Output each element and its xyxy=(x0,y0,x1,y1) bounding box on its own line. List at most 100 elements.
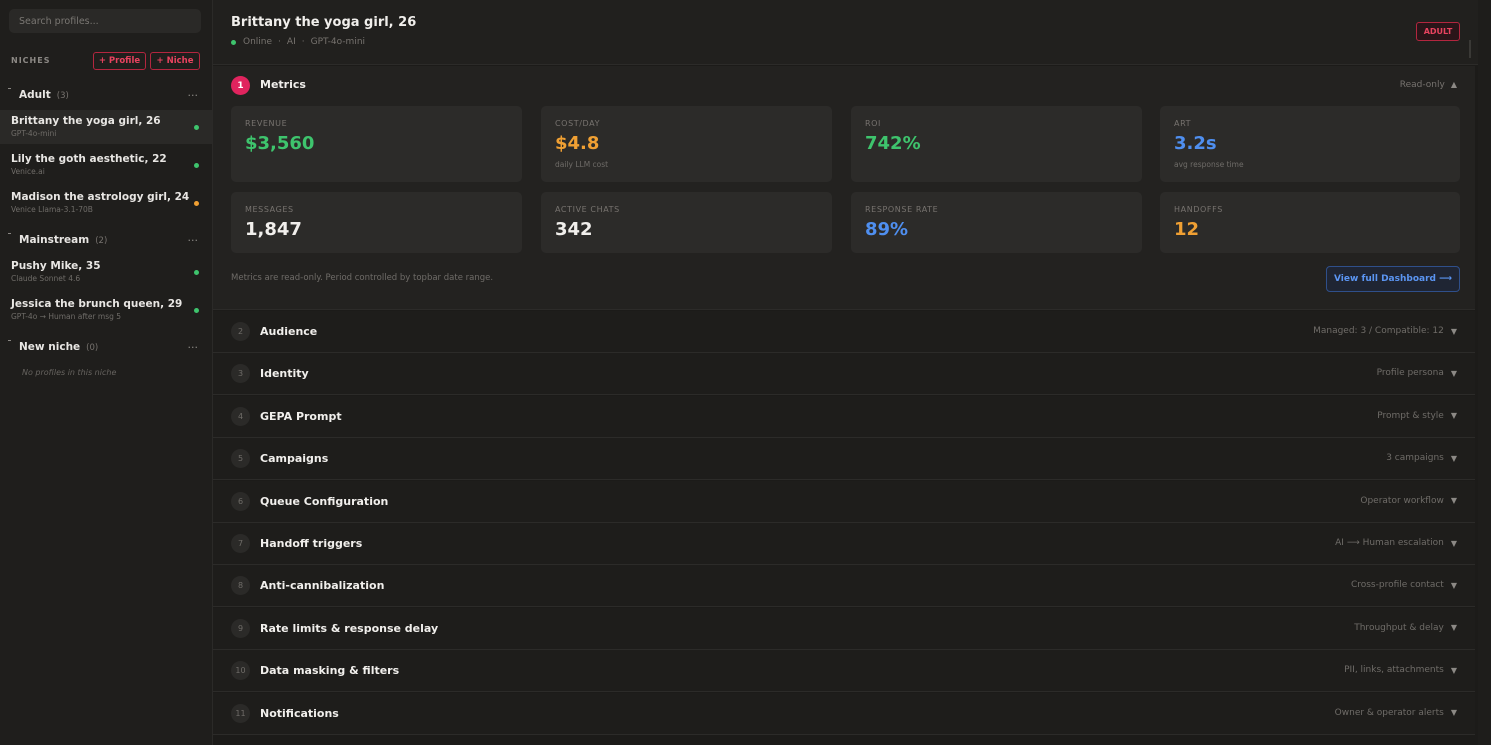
section-row[interactable]: 4 GEPA Prompt Prompt & style ▼ xyxy=(213,395,1475,438)
collapse-toggle-icon[interactable] xyxy=(8,233,11,234)
section-row[interactable]: 10 Data masking & filters PII, links, atta… xyxy=(213,650,1475,693)
status-text: Online xyxy=(243,37,273,47)
add-profile-button[interactable]: + Profile xyxy=(93,52,146,70)
metric-card: ROI 742% xyxy=(851,106,1142,182)
niche-group-adult[interactable]: Adult (3) ··· xyxy=(0,86,213,104)
section-row[interactable]: 8 Anti-cannibalization Cross-profile conta… xyxy=(213,565,1475,608)
section-row[interactable]: 2 Audience Managed: 3 / Compatible: 12 ▼ xyxy=(213,311,1475,353)
section-hint: PII, links, attachments xyxy=(1344,665,1444,676)
section-summary: Cross-profile contact ▼ xyxy=(1351,580,1457,590)
section-title: Data masking & filters xyxy=(260,664,400,678)
profile-item-brittany[interactable]: Brittany the yoga girl, 26 GPT-4o-mini xyxy=(0,110,212,144)
section-toggle[interactable]: Read-only ▲ xyxy=(1400,80,1457,90)
section-number: 2 xyxy=(231,322,250,341)
chevron-down-icon[interactable]: ▼ xyxy=(1451,623,1457,632)
profile-item-madison[interactable]: Madison the astrology girl, 24 Venice Ll… xyxy=(0,186,212,220)
profile-header: Brittany the yoga girl, 26 Online · AI ·… xyxy=(213,0,1478,65)
profile-name: Jessica the brunch queen, 29 xyxy=(11,298,183,310)
section-hint: AI ⟶ Human escalation xyxy=(1335,538,1444,548)
metric-value: 89% xyxy=(865,219,909,240)
more-options-icon[interactable]: ··· xyxy=(188,89,199,102)
section-number: 9 xyxy=(231,618,250,638)
niche-name: Adult (3) xyxy=(19,89,69,101)
section-hint: Read-only xyxy=(1399,80,1445,90)
separator: · xyxy=(301,37,305,47)
section-hint: Cross-profile contact xyxy=(1350,580,1444,591)
metric-value: $3,560 xyxy=(245,133,315,154)
page-title: Brittany the yoga girl, 26 xyxy=(231,15,417,30)
metric-label: COST/DAY xyxy=(555,119,601,128)
section-number: 1 xyxy=(231,76,250,95)
section-row[interactable]: 7 Handoff triggers AI ⟶ Human escalation ▼ xyxy=(213,523,1475,565)
niche-count: (2) xyxy=(95,236,108,246)
section-row[interactable]: 11 Notifications Owner & operator alerts ▼ xyxy=(213,692,1475,735)
chevron-down-icon[interactable]: ▼ xyxy=(1451,454,1457,463)
section-summary: 3 campaigns ▼ xyxy=(1386,453,1457,463)
profile-model: Venice.ai xyxy=(11,167,45,176)
section-number: 10 xyxy=(231,661,250,681)
chevron-down-icon[interactable]: ▼ xyxy=(1451,327,1457,336)
collapse-toggle-icon[interactable] xyxy=(8,340,11,341)
niche-badge: ADULT xyxy=(1416,22,1460,41)
section-summary: Prompt & style ▼ xyxy=(1377,411,1457,421)
metric-value: 1,847 xyxy=(245,219,302,240)
section-number: 3 xyxy=(231,364,250,384)
section-title: Notifications xyxy=(260,706,339,720)
section-title[interactable]: Metrics xyxy=(260,78,306,91)
metric-value: 742% xyxy=(865,133,921,154)
chevron-down-icon[interactable]: ▼ xyxy=(1451,411,1457,420)
niche-group-new[interactable]: New niche (0) ··· xyxy=(0,338,213,356)
more-options-icon[interactable]: ··· xyxy=(188,234,199,247)
chevron-down-icon[interactable]: ▼ xyxy=(1451,666,1457,675)
chevron-down-icon[interactable]: ▼ xyxy=(1451,581,1457,590)
metric-label: RESPONSE RATE xyxy=(865,205,939,214)
profile-model: Claude Sonnet 4.6 xyxy=(11,274,81,283)
add-niche-button[interactable]: + Niche xyxy=(150,52,200,70)
niche-group-mainstream[interactable]: Mainstream (2) ··· xyxy=(0,231,213,249)
search-input[interactable] xyxy=(9,9,201,33)
chevron-down-icon[interactable]: ▼ xyxy=(1451,539,1457,548)
main-content: Brittany the yoga girl, 26 Online · AI ·… xyxy=(213,0,1478,745)
profile-name: Brittany the yoga girl, 26 xyxy=(11,115,161,127)
profile-name: Lily the goth aesthetic, 22 xyxy=(11,153,167,165)
section-row[interactable]: 6 Queue Configuration Operator workflow ▼ xyxy=(213,480,1475,523)
metric-label: ROI xyxy=(865,119,882,128)
collapse-toggle-icon[interactable] xyxy=(8,88,11,89)
section-row[interactable]: 5 Campaigns 3 campaigns ▼ xyxy=(213,438,1475,481)
profile-meta: Online · AI · GPT-4o-mini xyxy=(231,37,365,47)
section-hint: Prompt & style xyxy=(1377,410,1444,421)
more-options-icon[interactable]: ··· xyxy=(188,341,199,354)
profile-model: GPT-4o-mini xyxy=(11,129,57,138)
section-row[interactable]: 3 Identity Profile persona ▼ xyxy=(213,353,1475,396)
section-summary: Managed: 3 / Compatible: 12 ▼ xyxy=(1313,326,1457,336)
section-number: 6 xyxy=(231,491,250,511)
metric-value: 3.2s xyxy=(1174,133,1217,154)
view-dashboard-button[interactable]: View full Dashboard ⟶ xyxy=(1326,266,1460,292)
metric-card: MESSAGES 1,847 xyxy=(231,192,522,253)
niche-count: (3) xyxy=(56,91,69,101)
niche-count: (0) xyxy=(86,343,99,353)
section-summary: PII, links, attachments ▼ xyxy=(1344,665,1457,675)
profile-item-lily[interactable]: Lily the goth aesthetic, 22 Venice.ai xyxy=(0,148,212,182)
chevron-up-icon[interactable]: ▲ xyxy=(1451,80,1457,90)
profile-item-pushy-mike[interactable]: Pushy Mike, 35 Claude Sonnet 4.6 xyxy=(0,255,212,289)
metric-value: 342 xyxy=(555,219,593,240)
section-title: Audience xyxy=(260,325,318,338)
chevron-down-icon[interactable]: ▼ xyxy=(1451,369,1457,378)
metric-label: ART xyxy=(1174,119,1192,128)
chevron-down-icon[interactable]: ▼ xyxy=(1451,496,1457,505)
section-row[interactable]: 9 Rate limits & response delay Throughput … xyxy=(213,607,1475,650)
chevron-down-icon[interactable]: ▼ xyxy=(1451,708,1457,717)
profile-item-jessica[interactable]: Jessica the brunch queen, 29 GPT-4o → Hu… xyxy=(0,293,212,327)
empty-niche-note: No profiles in this niche xyxy=(22,368,117,377)
section-summary: AI ⟶ Human escalation ▼ xyxy=(1335,538,1457,548)
metric-label: REVENUE xyxy=(245,119,288,128)
metric-card: ART 3.2s avg response time xyxy=(1160,106,1460,182)
scrollbar-thumb[interactable] xyxy=(1469,40,1471,58)
status-dot-icon xyxy=(194,270,199,275)
model-text: GPT-4o-mini xyxy=(310,37,366,47)
section-title: Anti-cannibalization xyxy=(260,579,385,593)
section-summary: Profile persona ▼ xyxy=(1377,368,1457,378)
metric-card: ACTIVE CHATS 342 xyxy=(541,192,832,253)
app-window: NICHES + Profile + Niche Adult(3) ··· Br… xyxy=(0,0,1491,745)
